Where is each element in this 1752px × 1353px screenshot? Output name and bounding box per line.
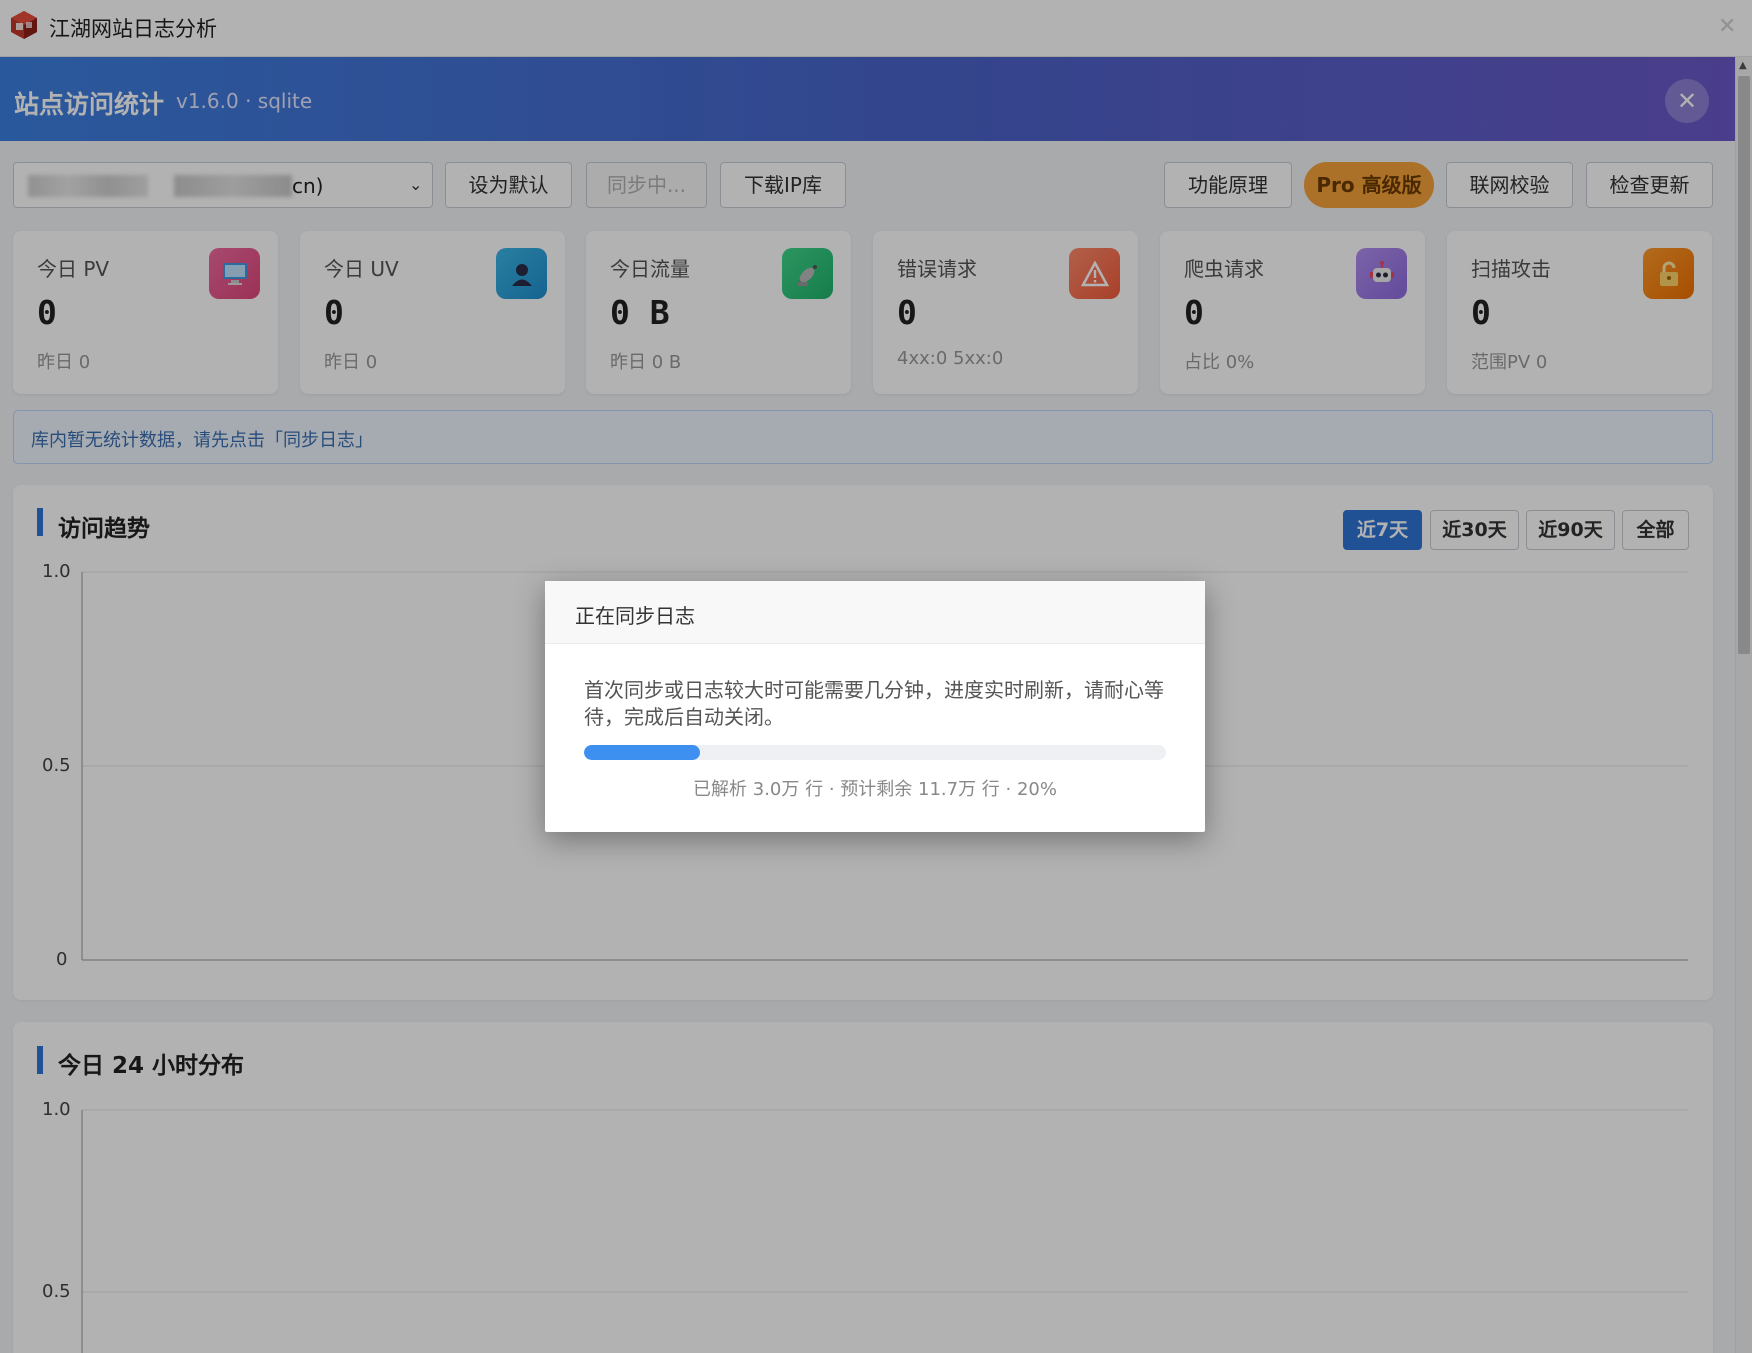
sync-modal: 正在同步日志 首次同步或日志较大时可能需要几分钟，进度实时刷新，请耐心等待，完成…	[545, 581, 1205, 832]
sync-progress-bar	[584, 745, 1166, 760]
modal-header: 正在同步日志	[545, 581, 1205, 644]
sync-progress-fill	[584, 745, 701, 760]
modal-title: 正在同步日志	[575, 604, 695, 628]
progress-status-text: 已解析 3.0万 行 · 预计剩余 11.7万 行 · 20%	[693, 779, 1057, 800]
modal-message: 首次同步或日志较大时可能需要几分钟，进度实时刷新，请耐心等待，完成后自动关闭。	[584, 678, 1164, 729]
